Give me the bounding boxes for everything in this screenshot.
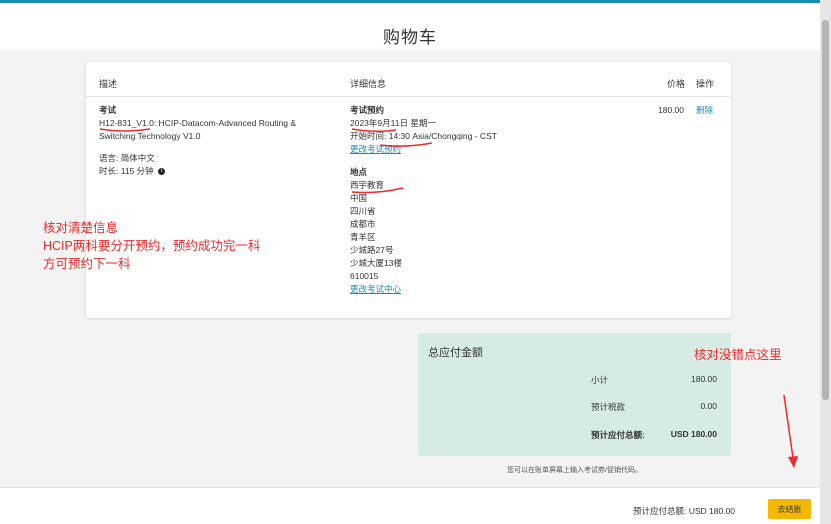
annotation-left-line1: 核对清楚信息 [43,221,119,235]
exam-name: : HCIP-Datacom-Advanced Routing & [153,118,297,128]
summary-title: 总应付金额 [428,347,483,359]
exam-language: 语言: 简体中文 [99,153,155,163]
tax-value: 0.00 [700,401,717,411]
info-icon[interactable]: i [158,168,166,176]
subtotal-label: 小计 [591,375,609,385]
exam-name-line2: Switching Technology V1.0 [99,131,201,141]
appointment-date: 2023年9月11日 星期一 [350,118,436,128]
column-header-description: 描述 [99,79,118,89]
tax-label: 预计税款 [591,402,626,412]
appointment-label: 考试预约 [350,105,385,115]
promo-note: 您可以在账单屏幕上输入考试券/促销代码。 [507,467,642,474]
appointment-start-time: 开始时间: 14:30 Asia/Chongqing - CST [350,131,497,141]
location-street: 少城路27号 [350,245,394,255]
annotation-arrow-line [783,394,795,466]
annotation-right: 核对没错点这里 [694,348,782,362]
column-header-details: 详细信息 [350,79,387,89]
location-province: 四川省 [350,206,376,216]
item-description: 考试 H12-831_V1.0: HCIP-Datacom-Advanced R… [99,104,334,178]
header-bar: 购物车 [0,0,820,50]
exam-duration: 时长: 115 分钟 [99,166,154,176]
location-country: 中国 [350,193,368,203]
exam-code: H12-831_V1.0 [99,118,154,128]
annotation-left-line2: HCIP两科要分开预约，预约成功完一科 [43,239,261,253]
page-title: 购物车 [383,28,437,47]
item-type-label: 考试 [99,105,117,115]
total-value: USD 180.00 [670,429,717,439]
header-divider [86,96,731,97]
location-label: 地点 [350,167,368,177]
scrollbar-thumb[interactable] [822,20,829,400]
column-header-price: 价格 [667,79,686,89]
column-header-action: 操作 [696,79,715,89]
item-details: 考试预约 2023年9月11日 星期一 开始时间: 14:30 Asia/Cho… [350,104,650,296]
annotation-left: 核对清楚信息 HCIP两科要分开预约，预约成功完一科 方可预约下一科 [43,219,260,273]
footer-bar: 预计应付总额: USD 180.00 去结账 [0,487,820,524]
location-district: 青羊区 [350,232,376,242]
delete-link[interactable]: 删除 [696,104,713,117]
total-label: 预计应付总额: [591,430,645,440]
annotation-left-line3: 方可预约下一科 [43,257,131,271]
exam-title: H12-831_V1.0: HCIP-Datacom-Advanced Rout… [99,117,334,130]
annotation-arrow-head [788,456,798,468]
item-price: 180.00 [658,105,684,115]
subtotal-value: 180.00 [691,374,717,384]
location-city: 成都市 [350,219,376,229]
cart-card: 描述 详细信息 价格 操作 考试 H12-831_V1.0: HCIP-Data… [86,62,731,318]
location-building: 少城大厦13楼 [350,258,402,268]
footer-total: 预计应付总额: USD 180.00 [633,506,736,516]
scrollbar[interactable] [820,0,831,524]
change-center-link[interactable]: 更改考试中心 [350,283,650,296]
exam-duration-row: 时长: 115 分钟 i [99,165,334,178]
change-appointment-link[interactable]: 更改考试预约 [350,143,650,156]
checkout-button[interactable]: 去结账 [768,499,811,519]
location-postcode: 610015 [350,271,379,281]
order-summary: 总应付金额 小计 180.00 预计税款 0.00 预计应付总额: USD 18… [418,333,731,456]
location-name: 西宇教育 [350,180,385,190]
